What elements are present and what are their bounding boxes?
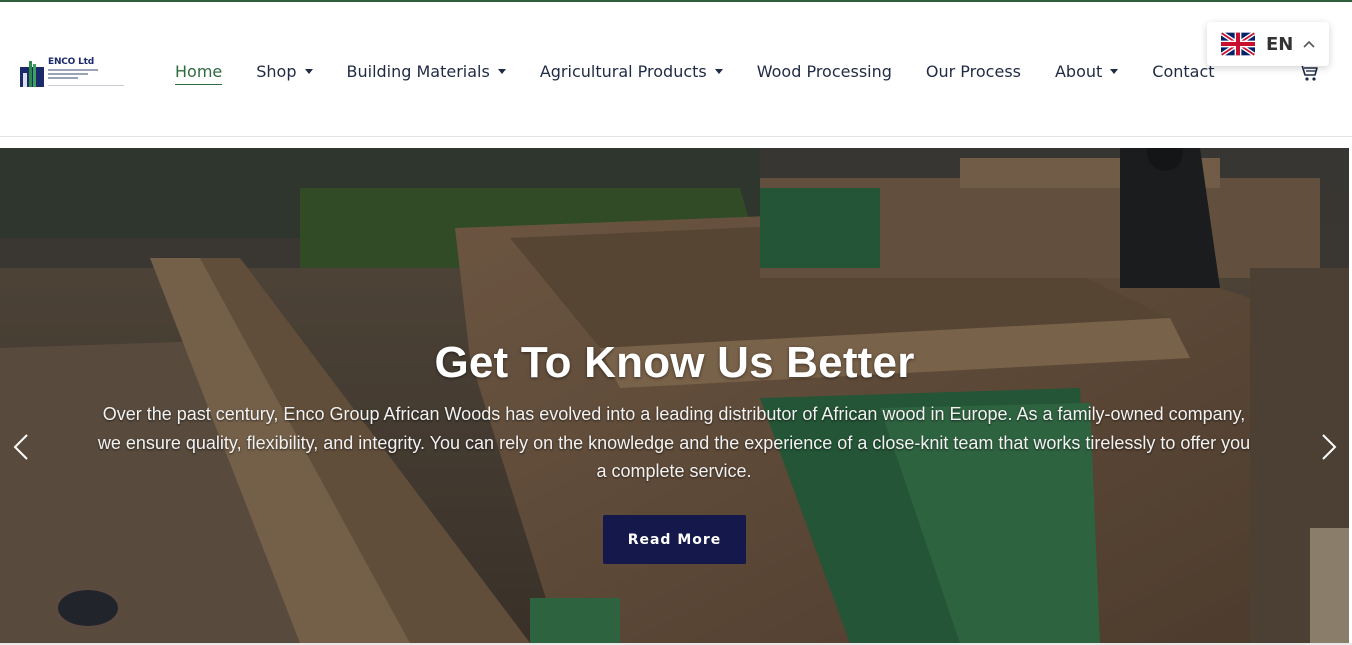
chevron-left-icon[interactable] — [10, 432, 32, 462]
nav-item-label: Contact — [1152, 61, 1215, 81]
nav-item-label: Home — [175, 61, 223, 81]
logo-tagline — [48, 69, 98, 81]
chevron-up-icon — [1303, 40, 1315, 48]
nav-item-wood-processing[interactable]: Wood Processing — [757, 58, 892, 84]
language-switcher[interactable]: EN — [1207, 22, 1329, 66]
chevron-right-icon[interactable] — [1318, 432, 1340, 462]
logo-text: ENCO Ltd — [48, 57, 94, 67]
nav-item-building-materials[interactable]: Building Materials — [347, 58, 506, 84]
hero-description: Over the past century, Enco Group Africa… — [97, 404, 1251, 481]
hero-title: Get To Know Us Better — [434, 338, 915, 387]
caret-down-icon — [304, 68, 313, 74]
hero-content: Get To Know Us Better Over the past cent… — [0, 148, 1349, 643]
main-nav: Home Shop Building Materials Agricultural P… — [175, 58, 1249, 85]
nav-item-shop[interactable]: Shop — [256, 58, 313, 84]
nav-item-label: Our Process — [925, 61, 1021, 81]
nav-item-label: About — [1054, 61, 1103, 81]
language-code: EN — [1266, 33, 1294, 55]
read-more-button[interactable]: Read More — [603, 515, 746, 564]
nav-item-contact[interactable]: Contact — [1152, 58, 1214, 84]
nav-item-label: Agricultural Products — [539, 61, 707, 81]
nav-item-about[interactable]: About — [1054, 58, 1119, 84]
site-header: ENCO Ltd Home Shop Building Materials Agric… — [0, 2, 1352, 137]
nav-item-our-process[interactable]: Our Process — [926, 58, 1021, 84]
logo-mark-icon — [20, 61, 44, 87]
nav-item-home[interactable]: Home — [175, 58, 223, 85]
nav-item-label: Shop — [256, 61, 297, 81]
logo[interactable]: ENCO Ltd — [20, 57, 124, 89]
nav-item-agricultural-products[interactable]: Agricultural Products — [540, 58, 723, 84]
uk-flag-icon — [1221, 32, 1255, 56]
caret-down-icon — [714, 68, 723, 74]
nav-item-label: Building Materials — [346, 61, 490, 81]
caret-down-icon — [497, 68, 506, 74]
nav-item-label: Wood Processing — [756, 61, 892, 81]
logo-divider — [48, 85, 124, 86]
hero-slider: Get To Know Us Better Over the past cent… — [0, 148, 1349, 643]
caret-down-icon — [1110, 68, 1119, 74]
